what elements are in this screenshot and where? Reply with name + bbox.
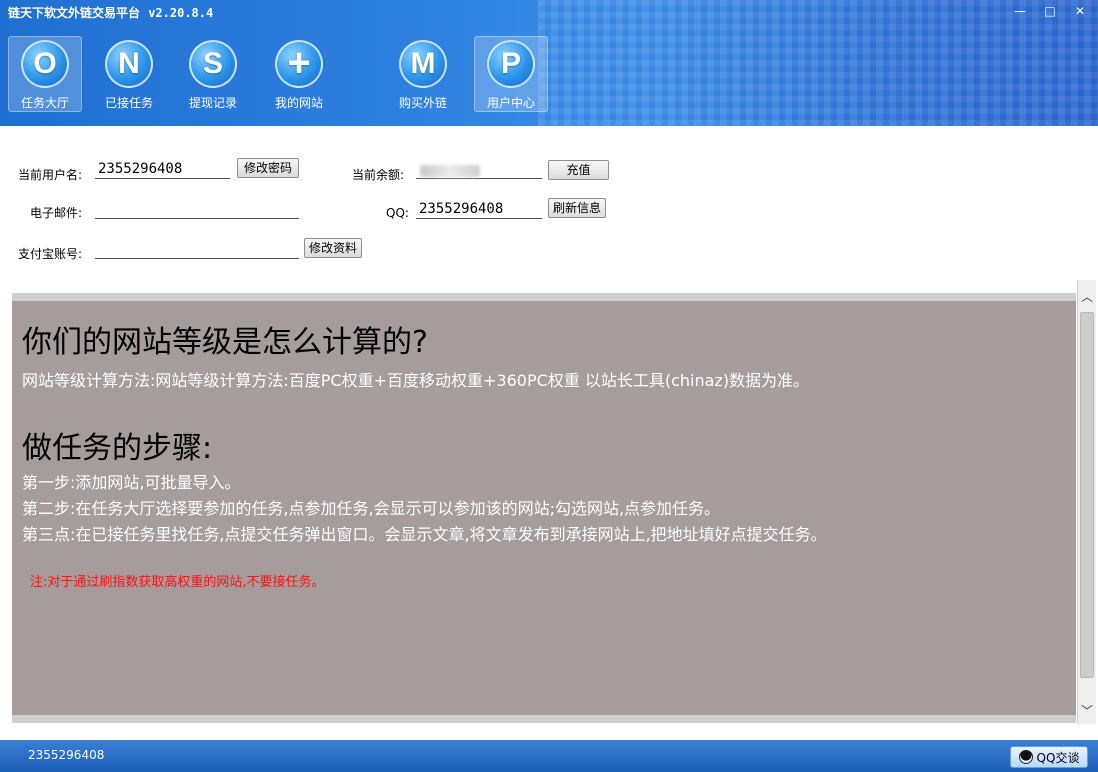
close-button[interactable]: ✕ [1068, 2, 1092, 20]
m-icon: M [399, 40, 447, 88]
tool-buy-links[interactable]: M 购买外链 [386, 36, 460, 112]
qq-chat-label: QQ交谈 [1036, 750, 1080, 765]
close-icon: ✕ [1074, 4, 1086, 18]
status-user-id: 2355296408 [28, 748, 105, 762]
qq-field[interactable]: 2355296408 [416, 200, 542, 219]
scroll-thumb[interactable] [1080, 312, 1094, 678]
edit-profile-button[interactable]: 修改资料 [304, 238, 362, 258]
o-icon: O [21, 40, 69, 88]
recharge-button[interactable]: 充值 [548, 160, 609, 180]
minimize-icon: — [1014, 4, 1026, 18]
paragraph-site-level: 网站等级计算方法:网站等级计算方法:百度PC权重+百度移动权重+360PC权重 … [22, 371, 810, 390]
main-toolbar: O 任务大厅 N 已接任务 S 提现记录 + 我的网站 M 购买外链 P 用户中… [0, 36, 700, 116]
qq-label: QQ: [386, 206, 409, 220]
username-label: 当前用户名: [18, 168, 83, 182]
tool-label: 购买外链 [398, 96, 447, 110]
qq-icon [1018, 750, 1033, 764]
heading-site-level: 你们的网站等级是怎么计算的? [22, 325, 428, 360]
step-3: 第三点:在已接任务里找任务,点提交任务弹出窗口。会显示文章,将文章发布到承接网站… [22, 525, 827, 544]
heading-task-steps: 做任务的步骤: [22, 431, 213, 466]
app-window: 链天下软文外链交易平台 v2.20.8.4 — □ ✕ O 任务大厅 N 已接任… [0, 0, 1098, 772]
maximize-button[interactable]: □ [1038, 2, 1062, 20]
scroll-up-icon[interactable]: ︿ [1078, 288, 1096, 306]
tool-my-sites[interactable]: + 我的网站 [262, 36, 336, 112]
maximize-icon: □ [1044, 4, 1056, 18]
refresh-info-button[interactable]: 刷新信息 [548, 198, 606, 218]
vertical-scrollbar[interactable]: ︿ ﹀ [1077, 280, 1096, 724]
tool-label: 我的网站 [274, 96, 323, 110]
p-icon: P [487, 40, 535, 88]
tool-label: 已接任务 [104, 96, 153, 110]
alipay-label: 支付宝账号: [18, 247, 83, 261]
tool-label: 用户中心 [486, 96, 535, 110]
window-title-text: 链天下软文外链交易平台 [8, 6, 141, 20]
window-controls: — □ ✕ [1008, 2, 1092, 20]
warning-note: 注:对于通过刷指数获取高权重的网站,不要接任务。 [30, 575, 325, 590]
tool-task-hall[interactable]: O 任务大厅 [8, 36, 82, 112]
tool-accepted-tasks[interactable]: N 已接任务 [92, 36, 166, 112]
tool-withdraw-records[interactable]: S 提现记录 [176, 36, 250, 112]
email-field[interactable] [95, 200, 299, 219]
s-icon: S [189, 40, 237, 88]
username-field[interactable]: 2355296408 [95, 160, 230, 179]
step-2: 第二步:在任务大厅选择要参加的任务,点参加任务,会显示可以参加该的网站;勾选网站… [22, 499, 721, 518]
n-icon: N [105, 40, 153, 88]
scroll-down-icon[interactable]: ﹀ [1078, 702, 1096, 720]
window-version: v2.20.8.4 [148, 6, 214, 20]
tool-user-center[interactable]: P 用户中心 [474, 36, 548, 112]
step-1: 第一步:添加网站,可批量导入。 [22, 473, 241, 492]
change-password-button[interactable]: 修改密码 [237, 158, 299, 178]
balance-blurred-value [420, 165, 480, 177]
plus-icon: + [275, 40, 323, 88]
tool-label: 提现记录 [188, 96, 237, 110]
minimize-button[interactable]: — [1008, 2, 1032, 20]
tool-label: 任务大厅 [20, 96, 69, 110]
status-bar: 2355296408 QQ交谈 [0, 740, 1098, 772]
alipay-field[interactable] [95, 240, 299, 259]
info-panel: 你们的网站等级是怎么计算的? 网站等级计算方法:网站等级计算方法:百度PC权重+… [12, 293, 1076, 723]
email-label: 电子邮件: [30, 206, 83, 220]
window-title: 链天下软文外链交易平台 v2.20.8.4 [8, 4, 213, 22]
balance-label: 当前余额: [352, 168, 405, 182]
qq-chat-button[interactable]: QQ交谈 [1010, 746, 1088, 768]
header-bar: 链天下软文外链交易平台 v2.20.8.4 — □ ✕ O 任务大厅 N 已接任… [0, 0, 1098, 126]
